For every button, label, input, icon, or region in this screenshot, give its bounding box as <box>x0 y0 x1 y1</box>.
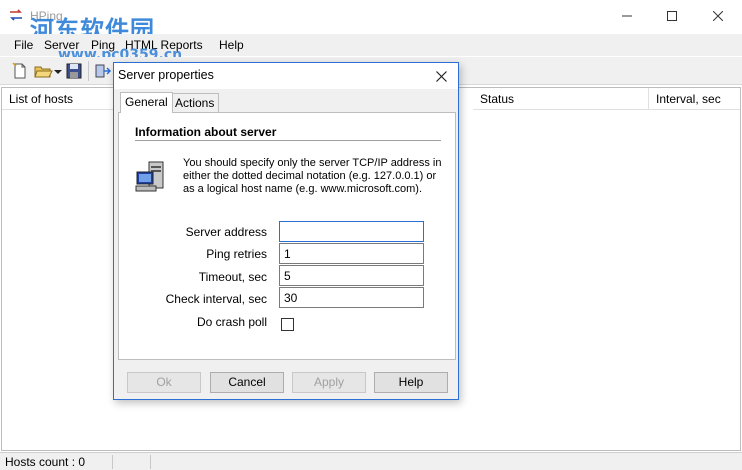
server-address-label: Server address <box>185 225 267 239</box>
maximize-icon <box>667 11 677 21</box>
close-icon <box>435 70 447 82</box>
info-text: You should specify only the server TCP/I… <box>183 157 442 195</box>
crash-poll-checkbox[interactable] <box>281 318 294 331</box>
dialog-close-button[interactable] <box>426 63 456 89</box>
server-properties-dialog: Server properties General Actions Inform… <box>113 62 459 400</box>
column-header-interval[interactable]: Interval, sec <box>649 88 740 110</box>
close-button[interactable] <box>695 0 741 32</box>
help-button[interactable]: Help <box>374 372 448 393</box>
status-separator <box>112 455 113 469</box>
check-interval-label: Check interval, sec <box>165 292 267 306</box>
toolbar-separator <box>88 61 89 81</box>
check-interval-input[interactable] <box>279 287 424 308</box>
server-computer-icon <box>135 160 169 194</box>
status-bar: Hosts count : 0 <box>0 452 742 470</box>
general-tab-panel: Information about server You should spec… <box>118 112 456 360</box>
timeout-input[interactable] <box>279 265 424 286</box>
crash-poll-label: Do crash poll <box>196 315 267 329</box>
timeout-label: Timeout, sec <box>198 270 267 284</box>
ping-retries-label: Ping retries <box>206 247 267 261</box>
ping-retries-input[interactable] <box>279 243 424 264</box>
apply-button[interactable]: Apply <box>292 372 366 393</box>
main-titlebar: HPing 河东软件园 <box>0 0 742 44</box>
section-title: Information about server <box>135 125 277 139</box>
cancel-button[interactable]: Cancel <box>210 372 284 393</box>
minimize-button[interactable] <box>604 0 650 32</box>
menu-file[interactable]: File <box>14 38 33 52</box>
new-icon[interactable] <box>10 61 30 81</box>
dialog-title: Server properties <box>118 68 214 82</box>
save-icon[interactable] <box>64 61 84 81</box>
app-icon <box>9 8 23 22</box>
tab-actions[interactable]: Actions <box>170 93 220 112</box>
open-dropdown-icon[interactable] <box>52 61 64 81</box>
server-address-input[interactable] <box>279 221 424 242</box>
close-icon <box>713 11 723 21</box>
column-header-status[interactable]: Status <box>473 88 649 110</box>
status-separator <box>150 455 151 469</box>
minimize-icon <box>622 15 632 17</box>
dialog-titlebar: Server properties <box>114 63 458 89</box>
menu-help[interactable]: Help <box>219 38 244 52</box>
open-icon[interactable] <box>33 61 53 81</box>
tab-general[interactable]: General <box>120 92 173 113</box>
maximize-button[interactable] <box>649 0 695 32</box>
hosts-count: Hosts count : 0 <box>5 455 86 469</box>
ok-button[interactable]: Ok <box>127 372 201 393</box>
column-header-hosts[interactable]: List of hosts <box>2 88 114 110</box>
connect-icon[interactable] <box>93 61 113 81</box>
section-divider <box>135 140 441 142</box>
